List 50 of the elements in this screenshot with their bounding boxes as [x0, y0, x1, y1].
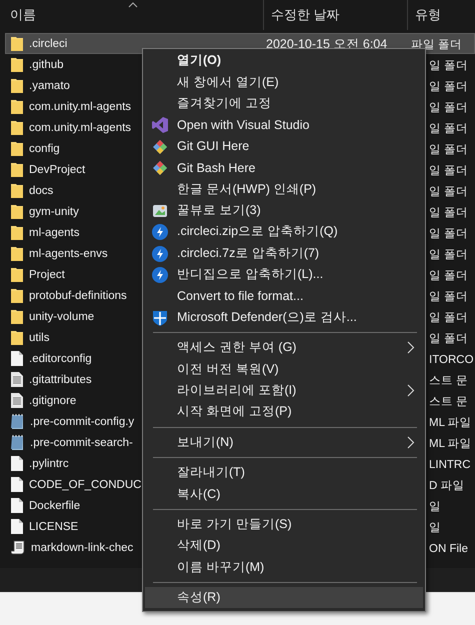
file-name: com.unity.ml-agents [29, 122, 132, 134]
file-name: utils [29, 332, 50, 344]
file-type: 일 폴더 [429, 164, 468, 176]
file-name: markdown-link-chec [31, 542, 134, 554]
file-name: ml-agents-envs [29, 248, 108, 260]
file-type: 일 폴더 [429, 206, 468, 218]
file-name: Project [29, 268, 65, 280]
file-type: 일 폴더 [429, 312, 468, 324]
file-type: ML 파일 [429, 438, 472, 450]
file-name: LICENSE [29, 520, 78, 532]
file-name: .github [29, 58, 64, 70]
file-type: LINTRC [429, 458, 471, 470]
file-type: 일 [429, 522, 441, 534]
file-type: ML 파일 [429, 416, 472, 428]
file-type: ITORCO [429, 354, 474, 366]
file-type: ON File [429, 542, 468, 554]
file-name: .pre-commit-search- [30, 436, 133, 448]
file-name: .circleci [29, 38, 68, 50]
file-type: 일 폴더 [429, 80, 468, 92]
file-name: DevProject [29, 164, 86, 176]
file-name: protobuf-definitions [29, 290, 127, 302]
file-type: 파일 폴더 [411, 38, 462, 50]
file-type: 일 [429, 500, 441, 512]
file-type: D 파일 [429, 480, 464, 492]
file-name: gym-unity [29, 206, 79, 218]
file-type: 일 폴더 [429, 290, 468, 302]
file-name: Dockerfile [29, 500, 80, 512]
file-name: .yamato [29, 80, 70, 92]
file-type: 스트 문 [429, 396, 468, 408]
file-name: .gitattributes [29, 374, 92, 386]
file-type: 일 폴더 [429, 102, 468, 114]
file-type: 일 폴더 [429, 248, 468, 260]
file-name: .editorconfig [29, 352, 92, 364]
file-name: com.unity.ml-agents [29, 100, 132, 112]
file-name: .gitignore [29, 394, 76, 406]
file-type: 일 폴더 [429, 228, 468, 240]
file-name: unity-volume [29, 310, 94, 322]
file-type: 일 폴더 [429, 144, 468, 156]
file-type: 스트 문 [429, 374, 468, 386]
file-name: .pylintrc [29, 458, 69, 470]
file-name: CODE_OF_CONDUC [29, 478, 142, 490]
file-name: ml-agents [29, 226, 80, 238]
file-name: config [29, 142, 60, 154]
file-name: .pre-commit-config.y [30, 416, 134, 428]
file-type: 일 폴더 [429, 122, 468, 134]
file-type: 일 폴더 [429, 60, 468, 72]
file-type: 일 폴더 [429, 270, 468, 282]
file-type: 일 폴더 [429, 186, 468, 198]
file-name: docs [29, 184, 54, 196]
file-type: 일 폴더 [429, 332, 468, 344]
